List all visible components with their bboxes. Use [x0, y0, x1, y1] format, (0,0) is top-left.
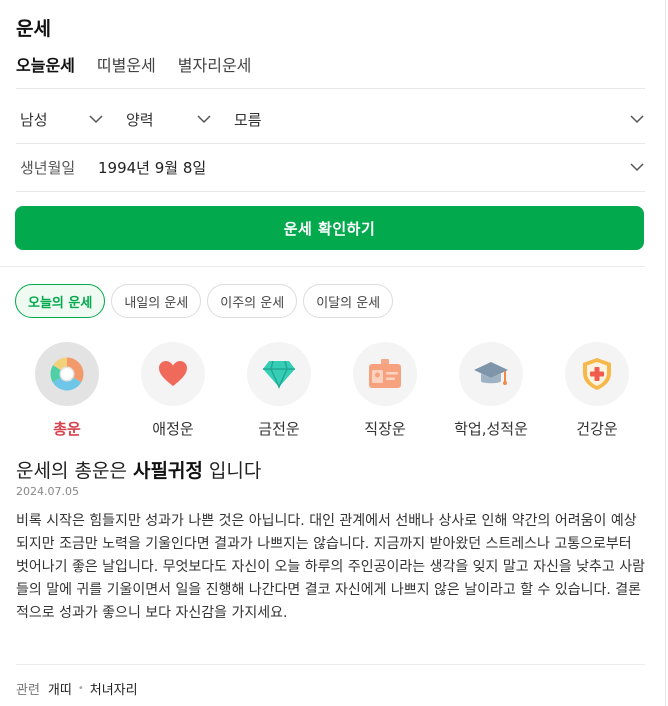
- headline-suffix: 입니다: [202, 460, 262, 482]
- footer-divider: [16, 664, 645, 665]
- category-icon-circle: [35, 342, 99, 406]
- category-love[interactable]: 애정운: [120, 342, 226, 439]
- category-label: 학업,성적운: [454, 420, 528, 438]
- health-shield-icon: [583, 358, 611, 390]
- fortune-description: 비록 시작은 힘들지만 성과가 나쁜 것은 아닙니다. 대인 관계에서 선배나 …: [16, 513, 646, 621]
- birth-date-row: 생년월일 1994년 9월 8일: [16, 144, 645, 192]
- gender-select[interactable]: 남성: [16, 96, 104, 142]
- chip-today[interactable]: 오늘의 운세: [15, 284, 106, 318]
- id-badge-icon: [369, 359, 401, 388]
- category-label: 직장운: [364, 420, 406, 438]
- category-icon-circle: [565, 342, 629, 406]
- page-title: 운세: [16, 18, 51, 40]
- tab-zodiac-animal-fortune[interactable]: 띠별운세: [97, 52, 156, 78]
- period-chips: 오늘의 운세 내일의 운세 이주의 운세 이달의 운세: [15, 284, 399, 318]
- related-link-virgo[interactable]: 처녀자리: [90, 679, 138, 698]
- tabs-divider: [16, 88, 645, 89]
- gender-value: 남성: [20, 110, 48, 129]
- donut-chart-icon: [50, 357, 84, 391]
- category-icon-circle: [459, 342, 523, 406]
- section-divider: [0, 266, 645, 267]
- chevron-down-icon: [630, 163, 644, 172]
- select-row: 남성 양력 모름: [16, 96, 645, 144]
- fortune-tabs: 오늘운세 띠별운세 별자리운세: [16, 52, 273, 78]
- category-label: 금전운: [258, 420, 300, 438]
- calendar-type-value: 양력: [126, 110, 154, 129]
- related-links: 관련 개띠 • 처녀자리: [16, 679, 138, 698]
- category-label: 총운: [53, 420, 81, 438]
- separator-dot: •: [77, 683, 84, 694]
- category-overall[interactable]: 총운: [14, 342, 120, 439]
- fortune-categories: 총운 애정운 금전운 직장운 학업,성적운 건강운: [14, 342, 650, 439]
- category-icon-circle: [353, 342, 417, 406]
- chip-this-week[interactable]: 이주의 운세: [207, 284, 298, 318]
- category-icon-circle: [247, 342, 311, 406]
- chevron-down-icon: [630, 115, 644, 124]
- related-label: 관련: [16, 683, 40, 698]
- graduation-cap-icon: [474, 362, 508, 385]
- related-link-dog[interactable]: 개띠: [48, 679, 72, 698]
- category-label: 애정운: [152, 420, 194, 438]
- category-money[interactable]: 금전운: [226, 342, 332, 439]
- calendar-type-select[interactable]: 양력: [122, 96, 212, 142]
- birth-time-value: 모름: [234, 110, 262, 129]
- tab-today-fortune[interactable]: 오늘운세: [16, 52, 75, 78]
- birth-date-label: 생년월일: [20, 158, 76, 177]
- headline-keyword: 사필귀정: [132, 460, 203, 482]
- birth-date-value: 1994년 9월 8일: [98, 158, 207, 177]
- birth-time-select[interactable]: 모름: [230, 96, 645, 142]
- heart-icon: [159, 361, 187, 386]
- category-study[interactable]: 학업,성적운: [438, 342, 544, 439]
- birth-date-select[interactable]: 생년월일 1994년 9월 8일: [16, 144, 645, 190]
- category-label: 건강운: [576, 420, 618, 438]
- diamond-icon: [263, 360, 295, 389]
- chip-this-month[interactable]: 이달의 운세: [303, 284, 394, 318]
- chevron-down-icon: [89, 115, 103, 124]
- confirm-fortune-button[interactable]: 운세 확인하기: [15, 206, 644, 250]
- fortune-headline: 운세의 총운은 사필귀정 입니다: [16, 456, 261, 483]
- tab-constellation-fortune[interactable]: 별자리운세: [178, 52, 252, 78]
- category-work[interactable]: 직장운: [332, 342, 438, 439]
- chip-tomorrow[interactable]: 내일의 운세: [111, 284, 202, 318]
- category-icon-circle: [141, 342, 205, 406]
- fortune-card: 운세 오늘운세 띠별운세 별자리운세 남성 양력 모름 생년월일 1994년 9…: [0, 0, 666, 706]
- category-health[interactable]: 건강운: [544, 342, 650, 439]
- chevron-down-icon: [197, 115, 211, 124]
- fortune-date: 2024.07.05: [16, 485, 79, 498]
- headline-prefix: 운세의 총운은: [16, 460, 133, 482]
